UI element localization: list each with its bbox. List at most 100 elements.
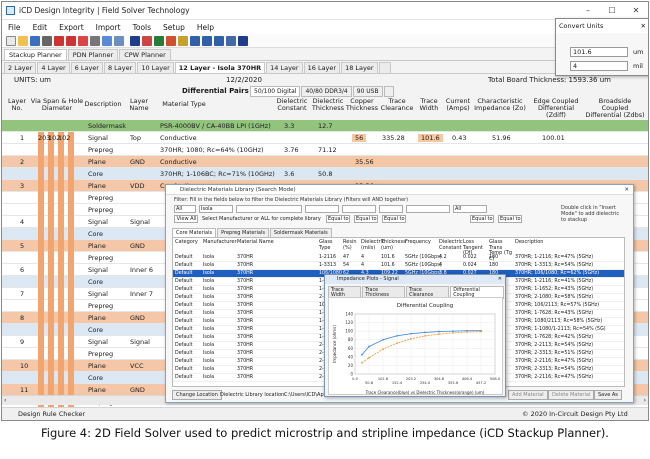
materials-row[interactable]: Default Isola 370HR 1-3313 54 4 101.6 5GHz (10G… bbox=[173, 262, 624, 270]
material-type[interactable]: 370HR; 1-106BC; Rc=71% (10GHz) bbox=[160, 170, 275, 178]
equal-to-select-4[interactable]: Equal to bbox=[470, 215, 494, 223]
layer-description[interactable]: Signal bbox=[88, 218, 108, 226]
change-location-button[interactable]: Change Location bbox=[172, 390, 222, 400]
layer-name[interactable]: VCC bbox=[130, 362, 144, 370]
dielectric-thickness[interactable]: 12.7 bbox=[318, 122, 332, 130]
current[interactable]: 0.43 bbox=[452, 134, 466, 142]
layer-name[interactable]: Signal bbox=[130, 338, 150, 346]
layer-description[interactable]: Prepreg bbox=[88, 194, 113, 202]
delete-icon[interactable] bbox=[78, 35, 88, 46]
trace-width[interactable]: 101.6 bbox=[418, 134, 443, 142]
maximize-button[interactable]: ☐ bbox=[600, 2, 624, 19]
tab-pdn-planner[interactable]: PDN Planner bbox=[67, 49, 119, 60]
tab-12-layer[interactable]: 12 Layer - Isola 370HR bbox=[174, 62, 266, 73]
undo-icon[interactable] bbox=[54, 35, 64, 46]
impedance-icon[interactable] bbox=[166, 35, 176, 46]
table-row[interactable]: 2 Plane GND Conductive 35.56 bbox=[2, 156, 648, 168]
menu-export[interactable]: Export bbox=[59, 23, 84, 32]
library-icon[interactable] bbox=[154, 35, 164, 46]
menu-setup[interactable]: Setup bbox=[163, 23, 185, 32]
resin-filter[interactable] bbox=[342, 205, 376, 213]
menu-edit[interactable]: Edit bbox=[33, 23, 48, 32]
scroll-left-icon[interactable]: ‹ bbox=[4, 397, 6, 404]
trace-clearance[interactable]: 335.28 bbox=[382, 134, 405, 142]
layer-description[interactable]: Prepreg bbox=[88, 350, 113, 358]
layer-description[interactable]: Prepreg bbox=[88, 206, 113, 214]
material-filter[interactable] bbox=[236, 205, 302, 213]
tab-40-80-ddr[interactable]: 40/80 DDR3/4 bbox=[301, 86, 352, 97]
tab-8-layer[interactable]: 8 Layer bbox=[103, 62, 137, 73]
new-file-icon[interactable] bbox=[6, 35, 16, 46]
tab-18-layer[interactable]: 18 Layer bbox=[341, 62, 378, 73]
save-icon[interactable] bbox=[30, 35, 40, 46]
layer-number[interactable]: 4 bbox=[20, 218, 24, 226]
tab-90-usb[interactable]: 90 USB bbox=[352, 86, 383, 97]
add-material-button[interactable]: Add Material bbox=[508, 390, 548, 400]
category-select[interactable]: All bbox=[174, 205, 196, 213]
close-button[interactable]: ✕ bbox=[624, 2, 648, 19]
layer-number[interactable]: 1 bbox=[20, 134, 24, 142]
layer-description[interactable]: Core bbox=[88, 326, 103, 334]
tab-prepreg-materials[interactable]: Prepreg Materials bbox=[217, 228, 269, 237]
layer-description[interactable]: Signal bbox=[88, 134, 108, 142]
characteristic-impedance[interactable]: 51.96 bbox=[492, 134, 511, 142]
tab-16-layer[interactable]: 16 Layer bbox=[303, 62, 341, 73]
layer-name[interactable]: VDD bbox=[130, 182, 144, 190]
materials-row[interactable]: Default Isola 370HR 1-2116 47 4 101.6 5GHz (10G… bbox=[173, 254, 624, 262]
add-diff-pair-icon[interactable] bbox=[383, 86, 394, 97]
equal-to-select-2[interactable]: Equal to bbox=[354, 215, 378, 223]
equal-to-select-1[interactable]: Equal to bbox=[326, 215, 350, 223]
equal-to-select-5[interactable]: Equal to bbox=[498, 215, 522, 223]
table-row[interactable]: Prepreg 370HR; 1080; Rc=64% (10GHz) 3.76 71… bbox=[2, 144, 648, 156]
layer-name[interactable]: GND bbox=[130, 158, 145, 166]
tab-50-100-digital[interactable]: 50/100 Digital bbox=[250, 86, 301, 97]
dielectric-filter[interactable] bbox=[379, 205, 403, 213]
equal-to-select-3[interactable]: Equal to bbox=[382, 215, 406, 223]
table-row[interactable]: Core 370HR; 1-106BC; Rc=71% (10GHz) 3.6 50.… bbox=[2, 168, 648, 180]
tab-10-layer[interactable]: 10 Layer bbox=[137, 62, 174, 73]
layer-description[interactable]: Core bbox=[88, 170, 103, 178]
layer-description[interactable]: Signal bbox=[88, 338, 108, 346]
add-tab-icon[interactable] bbox=[378, 62, 391, 73]
layer-description[interactable]: Plane bbox=[88, 242, 106, 250]
open-folder-icon[interactable] bbox=[18, 35, 28, 46]
table-row[interactable]: 1 Signal Top Conductive 56 335.28 101.6 0.43 51.… bbox=[2, 132, 648, 144]
impedance-close-button[interactable]: ✕ bbox=[498, 275, 502, 284]
dielectric-constant[interactable]: 3.6 bbox=[284, 170, 294, 178]
layer-description[interactable]: Prepreg bbox=[88, 302, 113, 310]
layer-description[interactable]: Core bbox=[88, 278, 103, 286]
layer-number[interactable]: 9 bbox=[20, 338, 24, 346]
layer-description[interactable]: Plane bbox=[88, 158, 106, 166]
layer-description[interactable]: Core bbox=[88, 374, 103, 382]
copper-thickness[interactable]: 35.56 bbox=[352, 158, 377, 166]
table-row[interactable]: Soldermask bbox=[2, 420, 648, 421]
layer-name[interactable]: Signal bbox=[130, 218, 150, 226]
layer-number[interactable]: 8 bbox=[20, 314, 24, 322]
dielectric-thickness[interactable]: 71.12 bbox=[318, 146, 337, 154]
layer-name[interactable]: GND bbox=[130, 242, 145, 250]
tab-core-materials[interactable]: Core Materials bbox=[172, 228, 217, 237]
tab-4-layer[interactable]: 4 Layer bbox=[37, 62, 70, 73]
layer-number[interactable]: 11 bbox=[20, 386, 28, 394]
layer-number[interactable]: 10 bbox=[20, 362, 28, 370]
dielectric-constant[interactable]: 3.76 bbox=[284, 146, 298, 154]
thickness-filter[interactable] bbox=[406, 205, 450, 213]
edge-coupled-impedance[interactable]: 100.01 bbox=[542, 134, 565, 142]
view-all-button[interactable]: View All bbox=[174, 215, 198, 223]
layer-name[interactable]: Top bbox=[130, 134, 141, 142]
layer-name[interactable]: Inner 7 bbox=[130, 290, 153, 298]
layer-description[interactable]: Signal bbox=[88, 266, 108, 274]
layer-description[interactable]: Prepreg bbox=[88, 254, 113, 262]
manufacturer-select[interactable]: Isola bbox=[199, 205, 233, 213]
tab-14-layer[interactable]: 14 Layer bbox=[266, 62, 303, 73]
layer-number[interactable]: 6 bbox=[20, 266, 24, 274]
paste-icon[interactable] bbox=[114, 35, 124, 46]
report-icon[interactable] bbox=[226, 35, 236, 46]
layer-description[interactable]: Plane bbox=[88, 386, 106, 394]
layer-number[interactable]: 7 bbox=[20, 290, 24, 298]
copy-icon[interactable] bbox=[102, 35, 112, 46]
chart-icon[interactable] bbox=[190, 35, 200, 46]
convert-close-button[interactable]: ✕ bbox=[641, 22, 646, 30]
tab-cpw-planner[interactable]: CPW Planner bbox=[119, 49, 171, 60]
menu-file[interactable]: File bbox=[8, 23, 21, 32]
